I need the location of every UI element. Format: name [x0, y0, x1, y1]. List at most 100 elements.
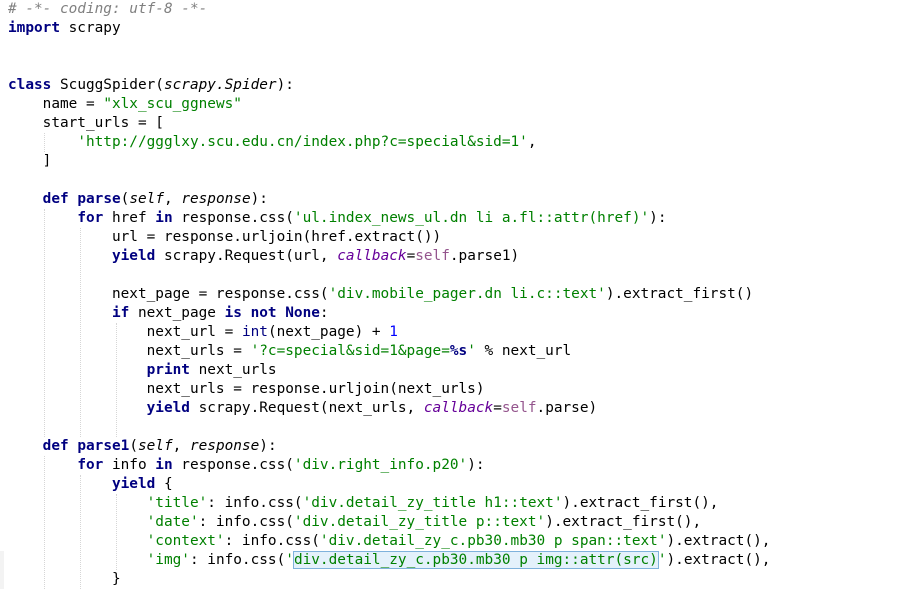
code-token: callback [423, 400, 494, 416]
code-token: def [42, 438, 69, 454]
code-token: ).extract(), [666, 552, 771, 568]
code-token: yield [146, 400, 190, 416]
code-token: self [129, 191, 164, 207]
code-token: href [103, 210, 156, 226]
code-token: url = response.urljoin(href.extract()) [8, 229, 442, 245]
code-token: name = [8, 96, 104, 112]
code-line: 'img': info.css('div.detail_zy_c.pb30.mb… [8, 551, 770, 570]
code-token: class [8, 77, 52, 93]
code-line: 'context': info.css('div.detail_zy_c.pb3… [8, 532, 771, 551]
code-token: = [493, 400, 502, 416]
code-token: 'title' [146, 495, 208, 511]
code-line: next_url = int(next_page) + 1 [8, 323, 398, 342]
code-line: next_page = response.css('div.mobile_pag… [8, 285, 753, 304]
code-token: .parse1) [449, 248, 520, 264]
code-token: ScuggSpider( [51, 77, 164, 93]
code-token: ).extract_first(), [562, 495, 719, 511]
code-token: None [285, 305, 320, 321]
code-line: 'title': info.css('div.detail_zy_title h… [8, 494, 719, 513]
code-token: : info.css( [198, 514, 294, 530]
code-token: start_urls = [ [8, 115, 164, 131]
code-token: ): [250, 191, 268, 207]
code-token: scrapy.Request(url, [155, 248, 338, 264]
code-token: int [241, 324, 268, 340]
code-line: if next_page is not None: [8, 304, 329, 323]
code-token: : [319, 305, 329, 321]
code-token: 'div.detail_zy_c.pb30.mb30 p span::text' [319, 533, 667, 549]
code-token: response [189, 438, 260, 454]
code-token: next_page = response.css( [8, 286, 329, 302]
code-token: "xlx_scu_ggnews" [103, 96, 242, 112]
code-editor[interactable]: # -*- coding: utf-8 -*- import scrapy clas… [0, 0, 899, 601]
code-token: scrapy [59, 20, 121, 36]
code-token: 'context' [146, 533, 225, 549]
code-token: .parse) [536, 400, 598, 416]
code-token: 'img' [146, 552, 190, 568]
code-token: } [8, 571, 121, 587]
code-line: 'date': info.css('div.detail_zy_title p:… [8, 513, 702, 532]
code-token: , [527, 134, 537, 150]
code-line: yield scrapy.Request(next_urls, callback… [8, 399, 598, 418]
code-token: , [172, 438, 190, 454]
code-line: for info in response.css('div.right_info… [8, 456, 485, 475]
code-token: for [77, 210, 104, 226]
code-line: for href in response.css('ul.index_news_… [8, 209, 666, 228]
code-token: response.css( [172, 457, 294, 473]
code-line: class ScuggSpider(scrapy.Spider): [8, 76, 294, 95]
code-token: 'ul.index_news_ul.dn li a.fl::attr(href)… [293, 210, 650, 226]
code-token: '?c=special&sid=1&page= [250, 343, 450, 359]
code-token: % next_url [475, 343, 572, 359]
code-token: scrapy.Spider [163, 77, 277, 93]
code-token: response [181, 191, 251, 207]
code-token: yield [111, 248, 156, 264]
code-token: import [8, 20, 60, 36]
code-token: ): [649, 210, 667, 226]
code-line: ] [8, 152, 52, 171]
code-token: (next_page) + [267, 324, 390, 340]
code-token: next_urls = [8, 343, 251, 359]
code-token: ): [259, 438, 277, 454]
code-token: def [42, 191, 69, 207]
code-line: def parse(self, response): [8, 190, 268, 209]
code-line: url = response.urljoin(href.extract()) [8, 228, 441, 247]
code-line: next_urls = response.urljoin(next_urls) [8, 380, 485, 399]
code-line: yield scrapy.Request(url, callback=self.… [8, 247, 519, 266]
code-token: next_page [129, 305, 225, 321]
code-token: { [155, 476, 173, 492]
code-token: ' [467, 343, 476, 359]
code-line: name = "xlx_scu_ggnews" [8, 95, 242, 114]
code-token: : info.css( [189, 552, 286, 568]
code-line: } [8, 570, 121, 589]
code-token: : info.css( [207, 495, 303, 511]
code-token: ).extract(), [666, 533, 771, 549]
code-token: self [137, 438, 173, 454]
code-token: ' [285, 552, 294, 568]
code-token: ).extract_first(), [545, 514, 702, 530]
code-token: next_urls = response.urljoin(next_urls) [8, 381, 485, 397]
code-token: 'div.detail_zy_title p::text' [293, 514, 546, 530]
code-token: in [155, 457, 173, 473]
code-line: def parse1(self, response): [8, 437, 277, 456]
code-token: if [111, 305, 130, 321]
code-token: is not [224, 305, 277, 321]
code-token: 'div.detail_zy_title h1::text' [302, 495, 563, 511]
code-token: info [103, 457, 156, 473]
code-token: ' [657, 552, 667, 568]
code-token: next_url = [8, 324, 242, 340]
code-token: ).extract_first() [605, 286, 754, 302]
code-token: ): [467, 457, 485, 473]
code-token: 'http://ggglxy.scu.edu.cn/index.php?c=sp… [77, 134, 528, 150]
code-line: print next_urls [8, 361, 277, 380]
code-token: 'div.right_info.p20' [293, 457, 468, 473]
code-token: parse1 [77, 438, 130, 454]
